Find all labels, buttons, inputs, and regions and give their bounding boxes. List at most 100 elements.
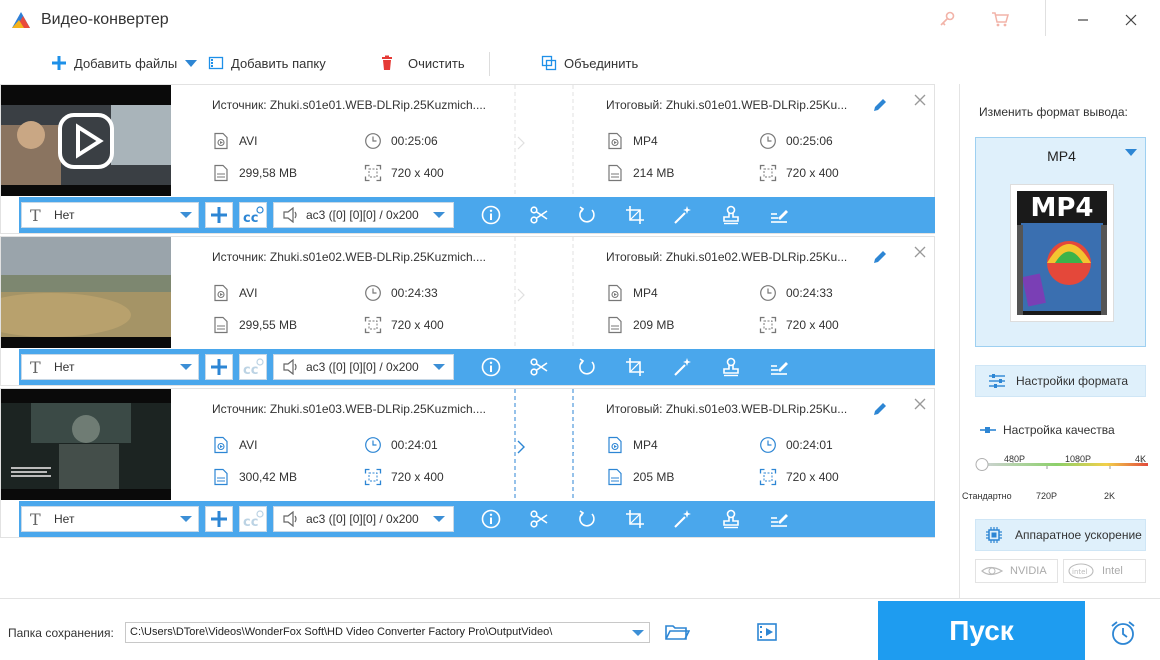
file-toolbar: T Нет cc ac3 ([0] [0][0] / 0x200 — [19, 197, 935, 233]
subtitle-cc-button[interactable]: cc — [239, 354, 267, 380]
edit-name-icon[interactable] — [871, 400, 889, 418]
file-card[interactable]: Источник: Zhuki.s01e03.WEB-DLRip.25Kuzmi… — [0, 388, 935, 538]
play-icon[interactable] — [56, 111, 116, 171]
minimize-button[interactable] — [1070, 8, 1096, 32]
output-file-name: Итоговый: Zhuki.s01e01.WEB-DLRip.25Ku... — [606, 98, 848, 112]
speaker-icon — [283, 511, 297, 527]
add-folder-button[interactable]: Добавить папку — [207, 52, 326, 74]
output-duration: 00:24:33 — [758, 283, 833, 303]
add-files-button[interactable]: Добавить файлы — [50, 52, 198, 74]
info-icon[interactable] — [480, 204, 502, 226]
window-title: Видео-конвертер — [41, 11, 169, 28]
add-subtitle-button[interactable] — [205, 354, 233, 380]
chevron-down-icon[interactable] — [185, 59, 198, 67]
resolution-icon — [758, 163, 778, 183]
audio-track-select[interactable]: ac3 ([0] [0][0] / 0x200 — [273, 202, 454, 228]
file-card[interactable]: Источник: Zhuki.s01e02.WEB-DLRip.25Kuzmi… — [0, 236, 935, 386]
subtitle-edit-icon[interactable] — [768, 356, 790, 378]
chevron-down-icon — [433, 212, 445, 218]
video-output-icon[interactable] — [756, 621, 782, 643]
output-format-name: MP4 — [1047, 148, 1076, 164]
clear-button[interactable]: Очистить — [378, 52, 465, 74]
run-button[interactable]: Пуск — [878, 601, 1085, 660]
intel-option[interactable]: intel Intel — [1063, 559, 1146, 583]
speaker-icon — [283, 359, 297, 375]
quality-slider-handle[interactable] — [975, 458, 989, 471]
watermark-stamp-icon[interactable] — [720, 204, 742, 226]
cut-icon[interactable] — [528, 356, 550, 378]
effects-wand-icon[interactable] — [672, 204, 694, 226]
clock-icon — [758, 435, 778, 455]
rotate-icon[interactable] — [576, 356, 598, 378]
source-file-name: Источник: Zhuki.s01e03.WEB-DLRip.25Kuzmi… — [212, 402, 486, 416]
effects-wand-icon[interactable] — [672, 356, 694, 378]
cc-icon: cc — [243, 510, 264, 529]
source-duration: 00:24:01 — [363, 435, 438, 455]
merge-button[interactable]: Объединить — [540, 52, 638, 74]
add-subtitle-button[interactable] — [205, 202, 233, 228]
crop-icon[interactable] — [624, 356, 646, 378]
source-size: 299,58 MB — [211, 163, 297, 183]
open-folder-icon[interactable] — [664, 621, 690, 643]
cut-icon[interactable] — [528, 508, 550, 530]
subtitle-edit-icon[interactable] — [768, 508, 790, 530]
info-icon[interactable] — [480, 356, 502, 378]
cart-icon[interactable] — [988, 8, 1012, 30]
file-card[interactable]: Источник: Zhuki.s01e01.WEB-DLRip.25Kuzmi… — [0, 84, 935, 234]
edit-name-icon[interactable] — [871, 96, 889, 114]
subtitle-cc-button[interactable]: cc — [239, 202, 267, 228]
svg-text:intel: intel — [1072, 568, 1087, 576]
chevron-down-icon — [180, 364, 192, 370]
video-thumbnail[interactable] — [1, 237, 171, 348]
format-settings-button[interactable]: Настройки формата — [975, 365, 1146, 397]
source-size: 299,55 MB — [211, 315, 297, 335]
crop-icon[interactable] — [624, 204, 646, 226]
add-subtitle-button[interactable] — [205, 506, 233, 532]
rotate-icon[interactable] — [576, 508, 598, 530]
subtitle-select[interactable]: T Нет — [21, 202, 199, 228]
chevron-down-icon[interactable] — [1125, 149, 1137, 156]
effects-wand-icon[interactable] — [672, 508, 694, 530]
save-folder-label: Папка сохранения: — [8, 626, 114, 640]
resolution-icon — [758, 315, 778, 335]
trash-icon — [378, 54, 396, 72]
video-file-icon — [211, 283, 231, 303]
nvidia-option[interactable]: NVIDIA — [975, 559, 1058, 583]
quality-tick-720p: 720P — [1036, 491, 1058, 501]
text-icon: T — [30, 509, 41, 529]
cut-icon[interactable] — [528, 204, 550, 226]
remove-file-icon[interactable] — [913, 397, 927, 411]
folder-film-icon — [207, 54, 225, 72]
hardware-acceleration-button[interactable]: Аппаратное ускорение — [975, 519, 1146, 551]
file-icon — [605, 315, 625, 335]
watermark-stamp-icon[interactable] — [720, 356, 742, 378]
chevron-down-icon[interactable] — [632, 630, 644, 636]
output-format-selector[interactable]: MP4 MP4 — [975, 137, 1146, 347]
close-window-button[interactable] — [1118, 8, 1144, 32]
file-icon — [605, 163, 625, 183]
key-icon[interactable] — [935, 8, 959, 30]
edit-name-icon[interactable] — [871, 248, 889, 266]
subtitle-cc-button[interactable]: cc — [239, 506, 267, 532]
subtitle-edit-icon[interactable] — [768, 204, 790, 226]
audio-track-select[interactable]: ac3 ([0] [0][0] / 0x200 — [273, 506, 454, 532]
resolution-icon — [363, 467, 383, 487]
save-path-field[interactable]: C:\Users\DTore\Videos\WonderFox Soft\HD … — [125, 622, 650, 643]
video-thumbnail[interactable] — [1, 389, 171, 500]
video-thumbnail[interactable] — [1, 85, 171, 196]
rotate-icon[interactable] — [576, 204, 598, 226]
alarm-clock-icon[interactable] — [1108, 619, 1138, 647]
watermark-stamp-icon[interactable] — [720, 508, 742, 530]
audio-track-select[interactable]: ac3 ([0] [0][0] / 0x200 — [273, 354, 454, 380]
chevron-down-icon — [433, 364, 445, 370]
remove-file-icon[interactable] — [913, 93, 927, 107]
convert-arrow-icon — [514, 389, 574, 500]
subtitle-select[interactable]: T Нет — [21, 354, 199, 380]
remove-file-icon[interactable] — [913, 245, 927, 259]
crop-icon[interactable] — [624, 508, 646, 530]
output-format: MP4 — [605, 435, 658, 455]
subtitle-select[interactable]: T Нет — [21, 506, 199, 532]
mp4-format-icon: MP4 — [1010, 184, 1114, 322]
svg-text:cc: cc — [243, 363, 258, 377]
info-icon[interactable] — [480, 508, 502, 530]
